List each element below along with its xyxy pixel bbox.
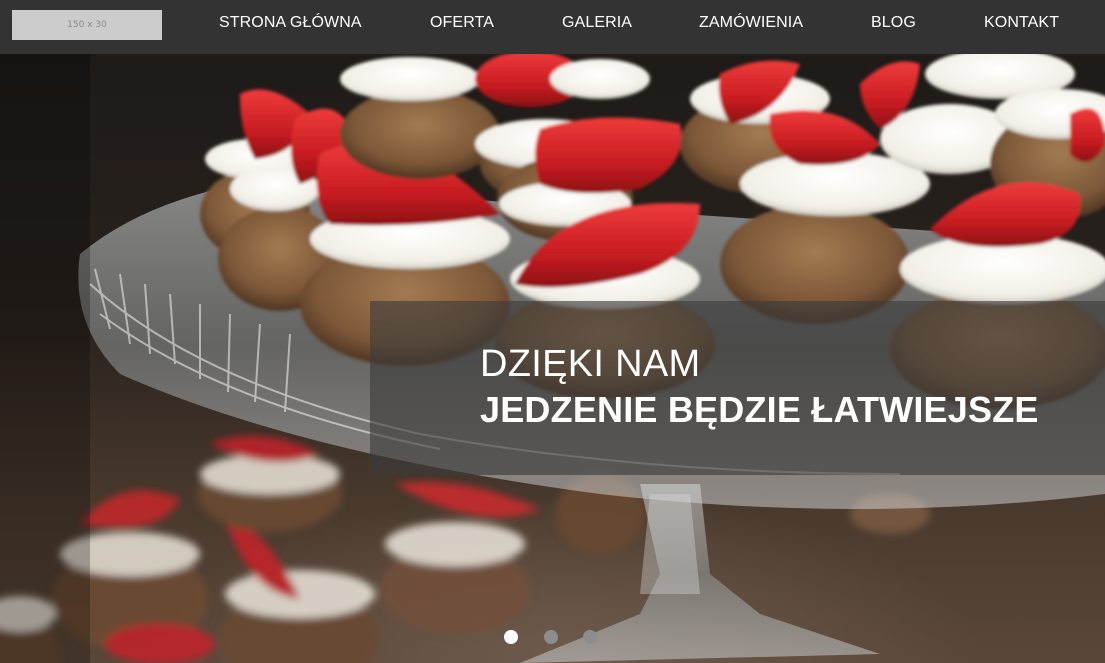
main-navigation: STRONA GŁÓWNA OFERTA GALERIA ZAMÓWIENIA … <box>0 0 1105 46</box>
hero-slider: DZIĘKI NAM JEDZENIE BĘDZIE ŁATWIEJSZE <box>0 54 1105 663</box>
slider-dot-2[interactable] <box>544 630 558 644</box>
nav-item-blog[interactable]: BLOG <box>871 14 916 32</box>
slider-dot-3[interactable] <box>583 630 597 644</box>
hero-caption-overlay: DZIĘKI NAM JEDZENIE BĘDZIE ŁATWIEJSZE <box>370 301 1105 475</box>
nav-item-offer[interactable]: OFERTA <box>430 14 494 32</box>
nav-item-orders[interactable]: ZAMÓWIENIA <box>699 14 803 32</box>
slider-dot-1[interactable] <box>504 630 518 644</box>
site-header: 150 x 30 STRONA GŁÓWNA OFERTA GALERIA ZA… <box>0 0 1105 54</box>
nav-item-gallery[interactable]: GALERIA <box>562 14 632 32</box>
hero-headline-line2: JEDZENIE BĘDZIE ŁATWIEJSZE <box>480 389 1039 430</box>
nav-item-contact[interactable]: KONTAKT <box>984 14 1059 32</box>
hero-headline-line1: DZIĘKI NAM <box>480 343 701 385</box>
nav-item-home[interactable]: STRONA GŁÓWNA <box>219 14 362 32</box>
